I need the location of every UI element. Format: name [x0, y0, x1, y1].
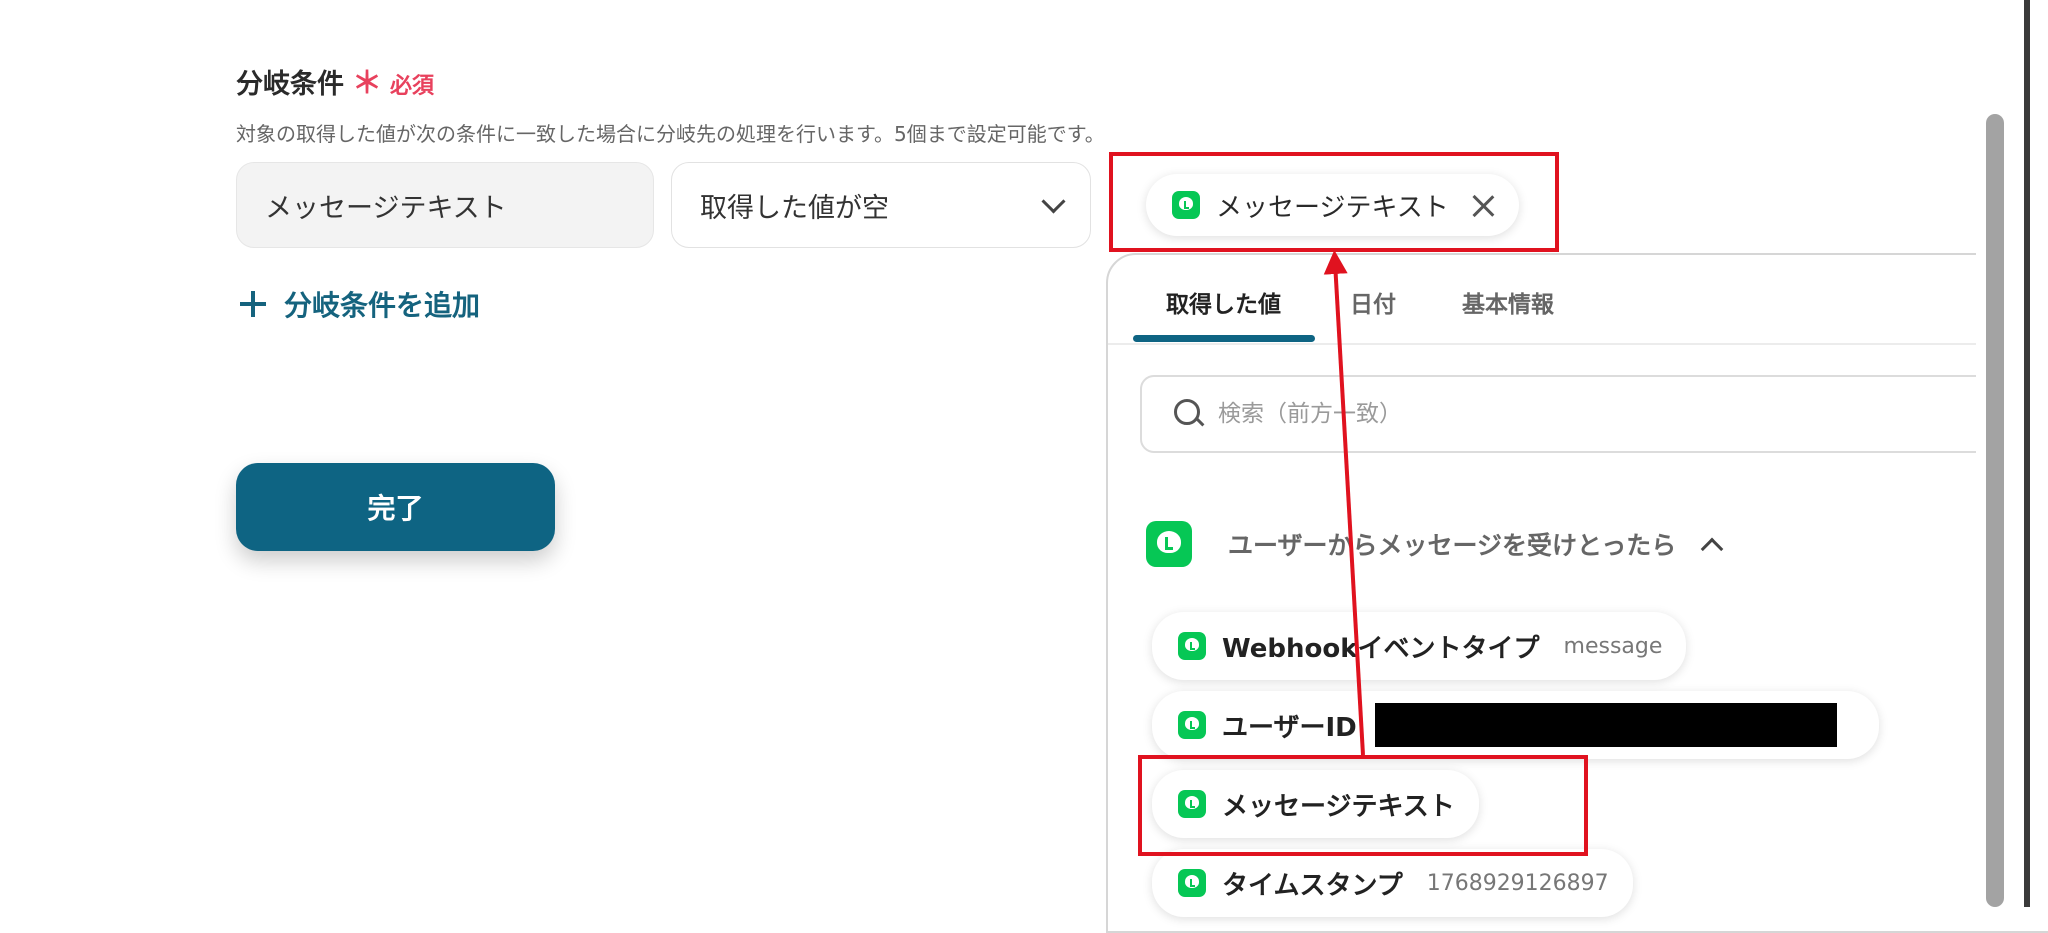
tab-bar: 取得した値 日付 基本情報: [1108, 255, 2048, 345]
chevron-down-icon: [1041, 188, 1066, 214]
condition-field-input[interactable]: メッセージテキスト: [236, 162, 654, 248]
done-button[interactable]: 完了: [236, 463, 555, 551]
condition-operator-value: 取得した値が空: [700, 192, 889, 224]
list-item-key: タイムスタンプ: [1222, 870, 1403, 901]
line-app-icon: [1146, 521, 1192, 567]
line-app-icon: [1172, 191, 1200, 219]
search-input[interactable]: [1216, 400, 1920, 428]
selected-value-chip[interactable]: メッセージテキスト: [1146, 174, 1519, 236]
window-edge: [2024, 0, 2030, 907]
section-title: 分岐条件 ＊ 必須: [236, 58, 434, 102]
section-title-text: 分岐条件: [236, 69, 344, 100]
line-app-icon: [1178, 711, 1206, 739]
selected-value-label: メッセージテキスト: [1216, 192, 1449, 223]
required-star: ＊: [352, 66, 382, 101]
list-item-value: message: [1563, 633, 1663, 659]
active-tab-indicator: [1133, 335, 1315, 342]
plus-icon: [240, 291, 266, 317]
list-item-webhook-event-type[interactable]: Webhookイベントタイプ message: [1152, 612, 1687, 680]
add-condition-label: 分岐条件を追加: [284, 289, 481, 322]
list-item-key: Webhookイベントタイプ: [1222, 633, 1540, 664]
condition-operator-select[interactable]: 取得した値が空: [671, 162, 1091, 248]
section-description: 対象の取得した値が次の条件に一致した場合に分岐先の処理を行います。5個まで設定可…: [236, 122, 1105, 146]
tab-date[interactable]: 日付: [1350, 285, 1396, 319]
condition-field-value: メッセージテキスト: [265, 192, 507, 224]
required-label: 必須: [390, 74, 435, 99]
add-condition-button[interactable]: 分岐条件を追加: [240, 284, 480, 324]
source-annotation-box: [1138, 755, 1588, 856]
trigger-label: ユーザーからメッセージを受けとったら: [1228, 531, 1677, 560]
chevron-up-icon[interactable]: [1700, 537, 1724, 561]
list-item-key: ユーザーID: [1222, 712, 1357, 743]
tab-acquired-values[interactable]: 取得した値: [1166, 285, 1281, 319]
line-app-icon: [1178, 869, 1206, 897]
trigger-group-header[interactable]: ユーザーからメッセージを受けとったら: [1146, 521, 1724, 567]
redacted-value: [1374, 703, 1837, 747]
search-icon: [1174, 399, 1204, 429]
line-app-icon: [1178, 632, 1206, 660]
search-box[interactable]: [1140, 375, 2048, 453]
tab-basic-info[interactable]: 基本情報: [1462, 285, 1554, 319]
scrollbar-thumb[interactable]: [1986, 114, 2004, 907]
list-item-value: 1768929126897: [1426, 870, 1609, 896]
close-icon[interactable]: [1471, 193, 1495, 217]
list-item-user-id[interactable]: ユーザーID: [1152, 691, 1879, 759]
